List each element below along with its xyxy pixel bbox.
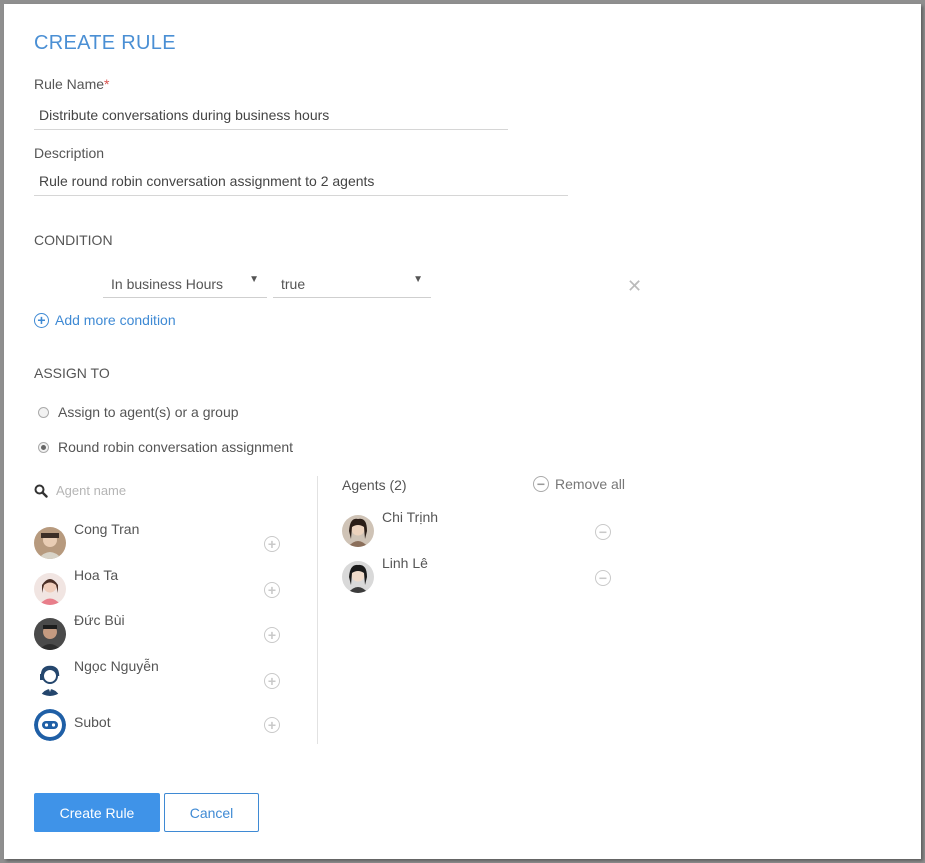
- add-more-condition-label: Add more condition: [55, 312, 176, 328]
- remove-agent-button[interactable]: −: [595, 570, 611, 586]
- radio-round-robin[interactable]: [38, 441, 49, 453]
- available-agent-row: Hoa Ta +: [34, 567, 294, 609]
- agent-name: Cong Tran: [74, 521, 140, 537]
- remove-condition-icon[interactable]: ✕: [627, 276, 642, 297]
- add-agent-button[interactable]: +: [264, 536, 280, 552]
- avatar: [342, 515, 374, 547]
- column-divider: [317, 476, 318, 744]
- add-agent-button[interactable]: +: [264, 673, 280, 689]
- avatar: [34, 527, 66, 559]
- bot-icon: [34, 709, 66, 741]
- condition-operand-value: true: [281, 276, 306, 292]
- agent-search: [34, 483, 256, 498]
- cancel-button[interactable]: Cancel: [164, 793, 259, 832]
- assign-to-heading: ASSIGN TO: [34, 365, 110, 381]
- agent-name: Đức Bùi: [74, 612, 125, 628]
- available-agent-row: Ngọc Nguyễn +: [34, 658, 294, 700]
- remove-all-button[interactable]: − Remove all: [533, 476, 625, 492]
- add-agent-button[interactable]: +: [264, 582, 280, 598]
- description-label: Description: [34, 145, 105, 161]
- minus-circle-icon: −: [533, 476, 549, 492]
- add-agent-button[interactable]: +: [264, 717, 280, 733]
- rule-name-input[interactable]: Distribute conversations during business…: [34, 107, 508, 130]
- condition-heading: CONDITION: [34, 232, 113, 248]
- assigned-agent-row: Linh Lê −: [342, 555, 622, 597]
- agent-name: Hoa Ta: [74, 567, 119, 583]
- available-agent-row: Đức Bùi +: [34, 612, 294, 654]
- condition-field-select[interactable]: In business Hours ▼: [103, 274, 267, 298]
- chevron-down-icon: ▼: [413, 274, 423, 285]
- agent-search-input[interactable]: [56, 483, 256, 498]
- create-rule-button[interactable]: Create Rule: [34, 793, 160, 832]
- avatar: [342, 561, 374, 593]
- agent-name: Ngọc Nguyễn: [74, 658, 159, 674]
- page-title: CREATE RULE: [34, 32, 176, 54]
- assign-agent-group-option[interactable]: Assign to agent(s) or a group: [38, 404, 239, 420]
- round-robin-label: Round robin conversation assignment: [58, 439, 294, 455]
- avatar: [34, 573, 66, 605]
- assigned-agents-heading: Agents (2): [342, 477, 407, 493]
- add-agent-button[interactable]: +: [264, 627, 280, 643]
- required-mark: *: [104, 76, 110, 92]
- support-agent-icon: [34, 664, 66, 696]
- chevron-down-icon: ▼: [249, 274, 259, 285]
- agent-name: Subot: [74, 714, 111, 730]
- remove-agent-button[interactable]: −: [595, 524, 611, 540]
- plus-circle-icon: +: [34, 312, 49, 328]
- add-more-condition-link[interactable]: + Add more condition: [34, 312, 176, 328]
- description-input[interactable]: Rule round robin conversation assignment…: [34, 173, 568, 196]
- condition-field-value: In business Hours: [111, 276, 224, 292]
- condition-operand-select[interactable]: true ▼: [273, 274, 431, 298]
- search-icon: [34, 484, 48, 498]
- assigned-agent-row: Chi Trịnh −: [342, 509, 622, 551]
- avatar: [34, 618, 66, 650]
- rule-name-label-text: Rule Name: [34, 76, 105, 92]
- available-agent-row: Subot +: [34, 709, 294, 745]
- remove-all-label: Remove all: [555, 476, 626, 492]
- radio-assign-agents[interactable]: [38, 406, 49, 418]
- rule-name-label: Rule Name*: [34, 76, 109, 92]
- round-robin-option[interactable]: Round robin conversation assignment: [38, 439, 293, 455]
- available-agent-row: Cong Tran +: [34, 521, 294, 563]
- create-rule-panel: CREATE RULE Rule Name* Distribute conver…: [4, 4, 921, 859]
- agent-name: Chi Trịnh: [382, 509, 439, 525]
- assign-agent-group-label: Assign to agent(s) or a group: [58, 404, 239, 420]
- agent-name: Linh Lê: [382, 555, 428, 571]
